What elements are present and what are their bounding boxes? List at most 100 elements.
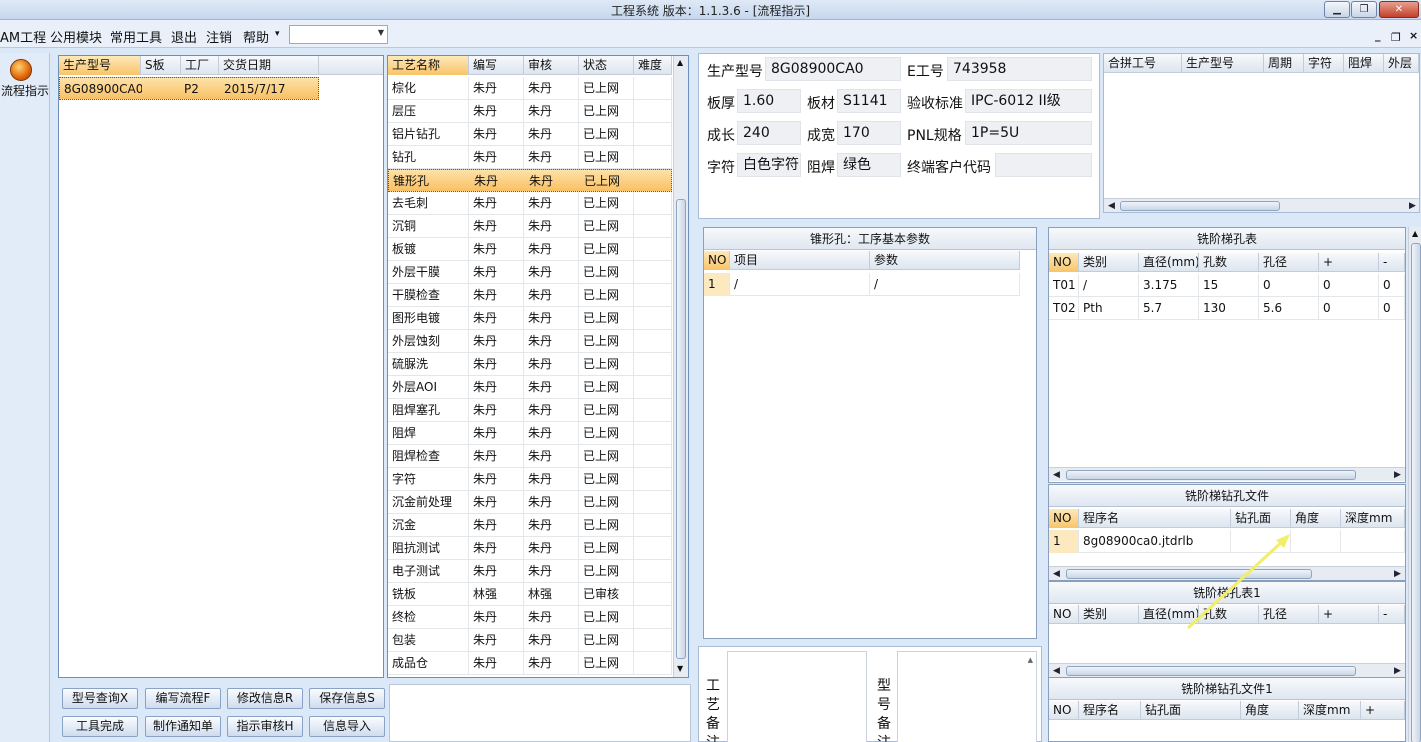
col-plus[interactable]: + <box>1319 253 1379 272</box>
col-diameter[interactable]: 直径(mm) <box>1139 253 1199 272</box>
col-program[interactable]: 程序名 <box>1079 509 1231 528</box>
table-row[interactable]: 外层干膜 朱丹 朱丹 已上网 <box>388 261 672 284</box>
col-plus[interactable]: + <box>1319 605 1379 624</box>
col-no[interactable]: NO <box>1049 253 1079 272</box>
table-row[interactable]: 棕化 朱丹 朱丹 已上网 <box>388 77 672 100</box>
table-row[interactable]: T02 Pth 5.7 130 5.6 0 0 <box>1049 297 1405 320</box>
menu-logout[interactable]: 注销 <box>206 27 232 46</box>
col-angle[interactable]: 角度 <box>1291 509 1341 528</box>
col-no[interactable]: NO <box>704 251 730 270</box>
scroll-left-icon[interactable]: ◀ <box>1053 468 1060 482</box>
scroll-down-icon[interactable]: ▼ <box>677 664 683 673</box>
menu-am-engineering[interactable]: AM工程 <box>0 27 46 46</box>
col-model[interactable]: 生产型号 <box>59 56 141 75</box>
modify-info-button[interactable]: 修改信息R <box>227 688 303 709</box>
col-hole-count[interactable]: 孔数 <box>1199 253 1259 272</box>
table-row[interactable]: 阻抗测试 朱丹 朱丹 已上网 <box>388 537 672 560</box>
col-delivery-date[interactable]: 交货日期 <box>219 56 319 75</box>
col-type[interactable]: 类别 <box>1079 253 1139 272</box>
col-s-board[interactable]: S板 <box>141 56 181 75</box>
step-holes-scrollbar[interactable]: ◀ ▶ <box>1049 467 1405 481</box>
col-difficulty[interactable]: 难度 <box>634 56 672 75</box>
col-type[interactable]: 类别 <box>1079 605 1139 624</box>
tool-complete-button[interactable]: 工具完成 <box>62 716 138 737</box>
table-row[interactable]: 电子测试 朱丹 朱丹 已上网 <box>388 560 672 583</box>
col-merge-no[interactable]: 合拼工号 <box>1104 54 1182 73</box>
process-notes-textarea[interactable] <box>727 651 867 742</box>
scroll-up-icon[interactable]: ▲ <box>677 58 683 67</box>
col-merge-mask[interactable]: 阻焊 <box>1344 54 1384 73</box>
table-row[interactable]: 板镀 朱丹 朱丹 已上网 <box>388 238 672 261</box>
col-no[interactable]: NO <box>1049 701 1079 720</box>
col-param[interactable]: 参数 <box>870 251 1020 270</box>
col-no[interactable]: NO <box>1049 509 1079 528</box>
review-instruction-button[interactable]: 指示审核H <box>227 716 303 737</box>
scroll-thumb[interactable] <box>1066 666 1356 676</box>
col-depth[interactable]: 深度mm <box>1341 509 1405 528</box>
table-row[interactable]: 终检 朱丹 朱丹 已上网 <box>388 606 672 629</box>
menu-exit[interactable]: 退出 <box>171 27 197 46</box>
col-plus[interactable]: + <box>1361 701 1405 720</box>
table-row[interactable]: 1 / / <box>704 273 1020 296</box>
table-row[interactable]: 层压 朱丹 朱丹 已上网 <box>388 100 672 123</box>
table-row[interactable]: 铝片钻孔 朱丹 朱丹 已上网 <box>388 123 672 146</box>
scroll-left-icon[interactable]: ◀ <box>1053 664 1060 678</box>
table-row[interactable]: 钻孔 朱丹 朱丹 已上网 <box>388 146 672 169</box>
menu-common-modules[interactable]: 公用模块 <box>50 27 102 46</box>
process-list-scrollbar[interactable]: ▲ ▼ <box>673 56 688 677</box>
table-row[interactable]: 沉金前处理 朱丹 朱丹 已上网 <box>388 491 672 514</box>
save-info-button[interactable]: 保存信息S <box>309 688 385 709</box>
table-row[interactable]: 8G08900CA0 P2 2015/7/17 <box>59 77 319 100</box>
scroll-up-icon[interactable]: ▲ <box>1412 229 1418 238</box>
table-row[interactable]: 阻焊 朱丹 朱丹 已上网 <box>388 422 672 445</box>
table-row[interactable]: 包装 朱丹 朱丹 已上网 <box>388 629 672 652</box>
table-row[interactable]: 字符 朱丹 朱丹 已上网 <box>388 468 672 491</box>
menu-common-tools[interactable]: 常用工具 <box>110 27 162 46</box>
model-notes-textarea[interactable]: ▲ <box>897 651 1037 742</box>
scroll-left-icon[interactable]: ◀ <box>1053 567 1060 581</box>
scroll-right-icon[interactable]: ▶ <box>1409 199 1416 213</box>
step-holes1-scrollbar[interactable]: ◀ ▶ <box>1049 663 1405 677</box>
col-merge-char[interactable]: 字符 <box>1304 54 1344 73</box>
table-row[interactable]: 干膜检查 朱丹 朱丹 已上网 <box>388 284 672 307</box>
table-row[interactable]: 硫脲洗 朱丹 朱丹 已上网 <box>388 353 672 376</box>
col-merge-model[interactable]: 生产型号 <box>1182 54 1264 73</box>
col-minus[interactable]: - <box>1379 605 1405 624</box>
table-row[interactable]: 铣板 林强 林强 已审核 <box>388 583 672 606</box>
scroll-right-icon[interactable]: ▶ <box>1394 468 1401 482</box>
scroll-thumb[interactable] <box>1411 243 1421 742</box>
scroll-right-icon[interactable]: ▶ <box>1394 567 1401 581</box>
scroll-up-icon[interactable]: ▲ <box>1028 656 1033 664</box>
col-drill-side[interactable]: 钻孔面 <box>1231 509 1291 528</box>
scroll-right-icon[interactable]: ▶ <box>1394 664 1401 678</box>
col-angle[interactable]: 角度 <box>1241 701 1299 720</box>
col-depth[interactable]: 深度mm <box>1299 701 1361 720</box>
col-author[interactable]: 编写 <box>469 56 524 75</box>
col-program[interactable]: 程序名 <box>1079 701 1141 720</box>
make-notice-button[interactable]: 制作通知单 <box>145 716 221 737</box>
table-row[interactable]: 沉铜 朱丹 朱丹 已上网 <box>388 215 672 238</box>
table-row[interactable]: 图形电镀 朱丹 朱丹 已上网 <box>388 307 672 330</box>
edit-flow-button[interactable]: 编写流程F <box>145 688 221 709</box>
merge-scrollbar[interactable]: ◀ ▶ <box>1104 198 1419 212</box>
import-info-button[interactable]: 信息导入 <box>309 716 385 737</box>
table-row[interactable]: 沉金 朱丹 朱丹 已上网 <box>388 514 672 537</box>
flow-indicator-button[interactable]: 流程指示 <box>0 53 50 101</box>
message-area[interactable] <box>389 684 691 742</box>
table-row[interactable]: 成品仓 朱丹 朱丹 已上网 <box>388 652 672 675</box>
scroll-thumb[interactable] <box>1066 470 1356 480</box>
col-merge-outer[interactable]: 外层 <box>1384 54 1419 73</box>
table-row[interactable]: 锥形孔 朱丹 朱丹 已上网 <box>388 169 672 192</box>
table-row[interactable]: 阻焊塞孔 朱丹 朱丹 已上网 <box>388 399 672 422</box>
col-no[interactable]: NO <box>1049 605 1079 624</box>
scroll-thumb[interactable] <box>676 199 686 659</box>
col-factory[interactable]: 工厂 <box>181 56 219 75</box>
mdi-minimize-button[interactable]: _ <box>1375 29 1381 42</box>
maximize-button[interactable]: ❐ <box>1351 1 1377 18</box>
col-status[interactable]: 状态 <box>579 56 634 75</box>
help-dropdown-icon[interactable]: ▾ <box>275 29 280 39</box>
table-row[interactable]: 去毛刺 朱丹 朱丹 已上网 <box>388 192 672 215</box>
scroll-left-icon[interactable]: ◀ <box>1108 199 1115 213</box>
table-row[interactable]: 外层AOI 朱丹 朱丹 已上网 <box>388 376 672 399</box>
col-drill-side[interactable]: 钻孔面 <box>1141 701 1241 720</box>
